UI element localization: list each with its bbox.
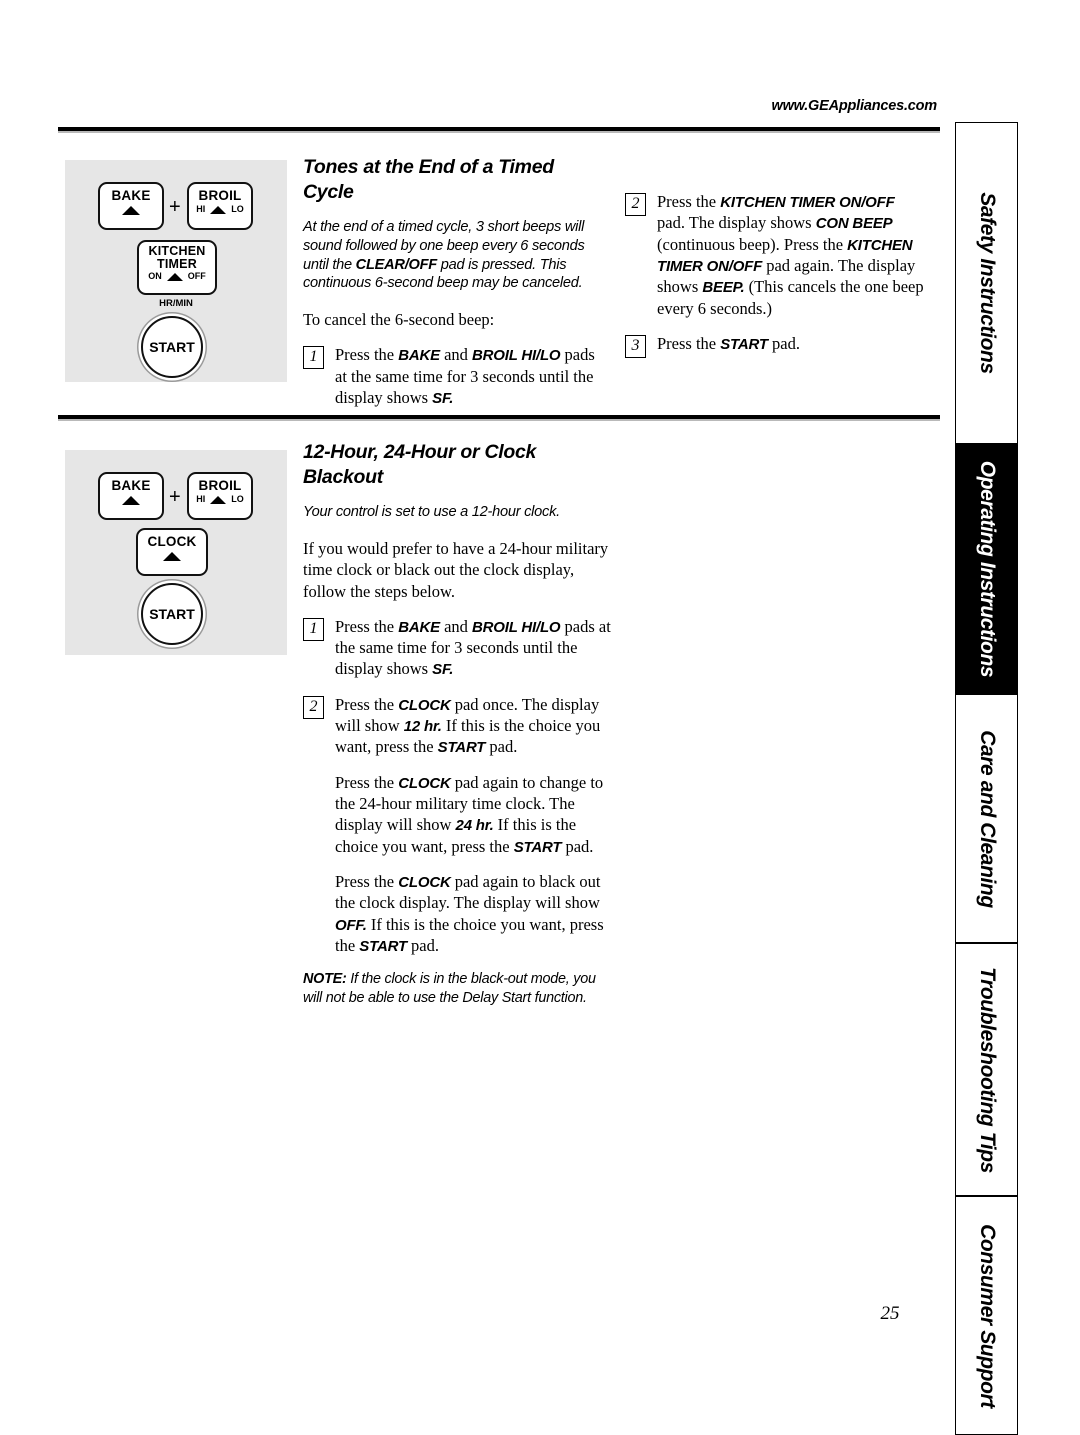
broil-pad-label: BROIL <box>198 188 242 203</box>
step-text: Press the START pad. <box>657 334 800 353</box>
start-pad-label-2: START <box>149 606 195 622</box>
broil-hi-label-2: HI <box>196 494 206 505</box>
keypad-diagram-clock: BAKE + BROIL HI LO CLOCK START <box>65 450 287 655</box>
broil-pad-icon-2: BROIL HI LO <box>187 472 253 520</box>
step-number-badge: 2 <box>303 695 324 719</box>
step-text: Press the BAKE and BROIL HI/LO pads at t… <box>335 345 595 407</box>
section-1-step-2: 2 Press the KITCHEN TIMER ON/OFF pad. Th… <box>625 191 925 319</box>
section-2-title: 12-Hour, 24-Hour or Clock Blackout <box>303 441 537 489</box>
clock-pad-icon: CLOCK <box>136 528 208 576</box>
section-2-intro: Your control is set to use a 12-hour clo… <box>303 504 560 521</box>
con-beep-term: CON BEEP <box>815 215 893 233</box>
section-1-step-1: 1 Press the BAKE and BROIL HI/LO pads at… <box>303 344 603 408</box>
step-number-badge: 2 <box>625 193 646 216</box>
step-text: Press the CLOCK pad once. The display wi… <box>335 694 601 757</box>
section-2-column: 12-Hour, 24-Hour or Clock Blackout Your … <box>303 440 611 1022</box>
keypad-diagram-tones: BAKE + BROIL HI LO KITCHEN TIMER ON OFF … <box>65 160 287 382</box>
section-1-right-column: 2 Press the KITCHEN TIMER ON/OFF pad. Th… <box>625 191 925 372</box>
step-number-badge: 3 <box>625 335 646 358</box>
section-2-extra-paragraph-2: Press the CLOCK pad again to black out t… <box>335 872 604 956</box>
step-text: Press the BAKE and BROIL HI/LO pads at t… <box>335 616 611 679</box>
side-tab-label: Troubleshooting Tips <box>975 966 999 1173</box>
section-2-step-2: 2 Press the CLOCK pad once. The display … <box>303 694 611 758</box>
twentyfour-hr-term: 24 hr. <box>455 817 494 835</box>
page-number: 25 <box>880 1303 900 1324</box>
section-1-intro: At the end of a timed cycle, 3 short bee… <box>303 219 585 292</box>
side-tab-label: Consumer Support <box>975 1223 999 1408</box>
side-tab-strip: Safety Instructions Operating Instructio… <box>955 122 1018 1435</box>
section-2-step-1: 1 Press the BAKE and BROIL HI/LO pads at… <box>303 616 611 680</box>
start-pad-label-1: START <box>149 339 195 355</box>
start-pad-icon-1: START <box>141 316 203 378</box>
hr-min-label: HR/MIN <box>159 298 193 309</box>
clock-arrow-icon <box>163 552 181 562</box>
section-divider-rule <box>58 415 940 419</box>
kitchen-timer-on-off-term-2: KITCHEN TIMER ON/OFF <box>657 236 913 276</box>
broil-pad-icon: BROIL HI LO <box>187 182 253 230</box>
section-2-extra-paragraph-1: Press the CLOCK pad again to change to t… <box>335 772 604 856</box>
beep-term: BEEP. <box>702 279 745 297</box>
kitchen-timer-on-label: ON <box>148 271 162 282</box>
clear-off-term: CLEAR/OFF <box>355 256 438 273</box>
header-rule <box>58 127 940 131</box>
side-tab-label: Safety Instructions <box>975 192 999 374</box>
website-url: www.GEAppliances.com <box>771 98 938 114</box>
section-1-lead-in: To cancel the 6-second beep: <box>303 309 495 329</box>
clock-pad-label: CLOCK <box>147 534 197 549</box>
bake-pad-icon: BAKE <box>98 182 164 230</box>
bake-term-2: BAKE <box>398 618 440 636</box>
sf-term: SF. <box>432 389 454 407</box>
section-1-left-column: Tones at the End of a Timed Cycle At the… <box>303 155 603 422</box>
start-term-4: START <box>359 938 407 956</box>
bake-pad-label-2: BAKE <box>111 478 151 493</box>
broil-arrow-icon-2 <box>210 496 227 505</box>
bake-arrow-icon-2 <box>122 496 140 506</box>
kitchen-timer-on-off-term: KITCHEN TIMER ON/OFF <box>720 194 895 211</box>
side-tab-consumer-support[interactable]: Consumer Support <box>955 1196 1018 1435</box>
bake-pad-label: BAKE <box>111 188 151 203</box>
side-tab-label: Care and Cleaning <box>975 729 999 908</box>
bake-arrow-icon <box>122 206 140 216</box>
broil-pad-label-2: BROIL <box>198 478 242 493</box>
kitchen-timer-pad-icon: KITCHEN TIMER ON OFF <box>137 240 217 295</box>
clock-term: CLOCK <box>398 696 451 714</box>
section-1-step-3: 3 Press the START pad. <box>625 333 925 358</box>
step-text: Press the KITCHEN TIMER ON/OFF pad. The … <box>657 192 924 318</box>
kitchen-timer-off-label: OFF <box>187 271 206 282</box>
broil-lo-label: LO <box>231 204 244 215</box>
start-pad-icon-2: START <box>141 583 203 645</box>
start-term: START <box>720 336 768 353</box>
sf-term-2: SF. <box>432 661 454 679</box>
clock-term-3: CLOCK <box>398 874 451 892</box>
bake-term: BAKE <box>398 347 440 365</box>
section-2-note: NOTE: If the clock is in the black-out m… <box>303 970 611 1007</box>
broil-arrow-icon <box>210 206 227 215</box>
broil-lo-label-2: LO <box>231 494 244 505</box>
side-tab-label: Operating Instructions <box>975 460 999 678</box>
step-number-badge: 1 <box>303 617 324 641</box>
section-2-body-paragraph: If you would prefer to have a 24-hour mi… <box>303 538 609 601</box>
side-tab-care-and-cleaning[interactable]: Care and Cleaning <box>955 694 1018 943</box>
clock-term-2: CLOCK <box>398 774 451 792</box>
step-number-badge: 1 <box>303 346 324 370</box>
note-text: If the clock is in the black-out mode, y… <box>303 971 596 1007</box>
side-tab-troubleshooting-tips[interactable]: Troubleshooting Tips <box>955 943 1018 1196</box>
broil-hi-label: HI <box>196 204 206 215</box>
bake-pad-icon-2: BAKE <box>98 472 164 520</box>
plus-separator-1: + <box>169 196 181 218</box>
side-tab-safety-instructions[interactable]: Safety Instructions <box>955 122 1018 444</box>
side-tab-operating-instructions[interactable]: Operating Instructions <box>955 444 1018 694</box>
start-term-3: START <box>513 838 562 856</box>
off-term: OFF. <box>335 916 367 934</box>
kitchen-timer-label-line2: TIMER <box>157 257 197 272</box>
broil-hi-lo-term-2: BROIL HI/LO <box>472 618 561 636</box>
broil-hi-lo-term: BROIL HI/LO <box>472 347 561 365</box>
section-1-title: Tones at the End of a Timed Cycle <box>303 156 554 204</box>
plus-separator-2: + <box>169 486 181 508</box>
twelve-hr-term: 12 hr. <box>403 718 442 736</box>
kitchen-timer-arrow-icon <box>166 273 183 282</box>
note-label: NOTE: <box>303 971 347 988</box>
start-term-2: START <box>437 739 486 757</box>
